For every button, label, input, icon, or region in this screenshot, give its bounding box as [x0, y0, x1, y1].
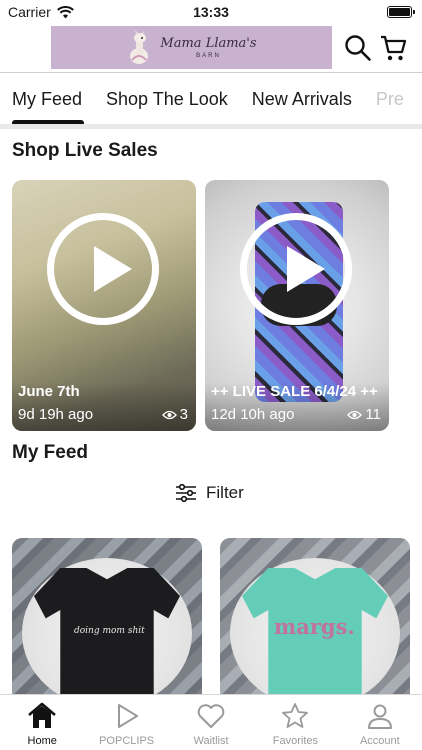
product-card[interactable]: doing mom shit — [12, 538, 202, 698]
view-count: 11 — [365, 406, 381, 423]
live-sale-age: 9d 19h ago — [18, 406, 94, 423]
star-icon — [282, 703, 309, 728]
play-icon[interactable] — [240, 213, 352, 325]
person-icon — [367, 704, 392, 729]
filter-label: Filter — [206, 483, 244, 502]
live-sale-name: June 7th — [18, 383, 80, 400]
bottom-tab-bar: Home POPCLIPS Waitlist Favorites Account — [0, 694, 422, 750]
tab-bar-home[interactable]: Home — [0, 695, 84, 750]
shirt-print-text: doing mom shit — [74, 626, 145, 636]
cart-icon[interactable] — [380, 34, 408, 62]
app-screen: Carrier 13:33 Mama Llama's BARN My Feed … — [0, 0, 422, 750]
carrier-label: Carrier — [8, 4, 51, 20]
app-header: Mama Llama's BARN — [0, 24, 422, 72]
tab-bar-account[interactable]: Account — [338, 695, 422, 750]
live-sale-card[interactable]: June 7th 9d 19h ago 3 — [12, 180, 196, 431]
live-sales-heading: Shop Live Sales — [12, 140, 158, 161]
play-icon[interactable] — [47, 213, 159, 325]
home-icon — [28, 702, 57, 728]
shirt-print-text: margs. — [274, 614, 355, 639]
sliders-icon — [176, 484, 196, 502]
tab-my-feed[interactable]: My Feed — [0, 73, 85, 125]
search-icon[interactable] — [344, 34, 372, 62]
tabs-divider — [0, 124, 422, 129]
eye-icon — [161, 410, 177, 419]
play-icon — [117, 704, 138, 728]
feed-heading: My Feed — [12, 442, 89, 463]
tab-bar-popclips[interactable]: POPCLIPS — [84, 695, 168, 750]
status-bar: Carrier 13:33 — [0, 0, 422, 24]
tab-bar-waitlist[interactable]: Waitlist — [169, 695, 253, 750]
logo-subtitle: BARN — [196, 52, 221, 59]
eye-icon — [347, 410, 363, 419]
tab-bar-favorites[interactable]: Favorites — [253, 695, 337, 750]
product-card[interactable]: margs. — [220, 538, 410, 698]
battery-icon — [387, 6, 415, 18]
live-sale-name: ++ LIVE SALE 6/4/24 ++ — [211, 383, 378, 400]
tab-pre[interactable]: Pre — [364, 73, 404, 125]
llama-icon — [130, 29, 149, 64]
view-count: 3 — [179, 406, 188, 423]
logo-title: Mama Llama's — [160, 35, 257, 51]
category-tabs: My Feed Shop The Look New Arrivals Pre — [0, 73, 422, 125]
store-logo[interactable]: Mama Llama's BARN — [51, 26, 332, 69]
filter-button[interactable]: Filter — [176, 483, 244, 503]
live-sale-age: 12d 10h ago — [211, 406, 295, 423]
wifi-icon — [56, 5, 74, 18]
heart-icon — [197, 704, 225, 728]
clock: 13:33 — [193, 4, 229, 20]
tab-shop-the-look[interactable]: Shop The Look — [94, 73, 228, 125]
live-sale-card[interactable]: ++ LIVE SALE 6/4/24 ++ 12d 10h ago 11 — [205, 180, 389, 431]
tab-new-arrivals[interactable]: New Arrivals — [240, 73, 352, 125]
